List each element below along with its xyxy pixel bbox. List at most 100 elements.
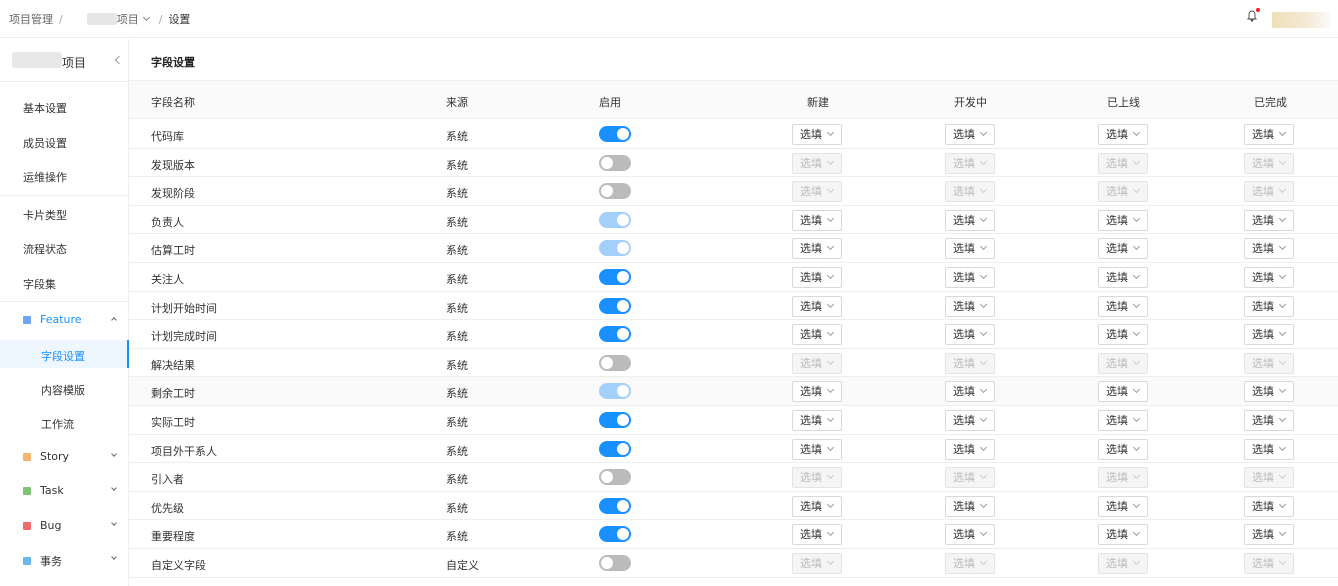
select-in-dev[interactable]: 选填	[945, 410, 995, 431]
select-done[interactable]: 选填	[1244, 238, 1294, 260]
select-online[interactable]: 选填	[1098, 410, 1148, 431]
chevron-down-icon	[1278, 243, 1287, 251]
select-done[interactable]: 选填	[1244, 495, 1294, 517]
select-in-dev: 选填	[945, 467, 995, 489]
toggle-knob	[617, 499, 629, 512]
chevron-down-icon[interactable]	[111, 485, 117, 491]
select-new[interactable]: 选填	[792, 438, 842, 460]
select-value: 选填	[800, 471, 822, 485]
sidebar-group-story[interactable]: Story	[23, 450, 118, 463]
select-in-dev[interactable]: 选填	[945, 238, 995, 260]
project-header: 项目	[0, 39, 129, 81]
select-new[interactable]: 选填	[792, 238, 842, 260]
select-online[interactable]: 选填	[1098, 524, 1148, 546]
select-online[interactable]: 选填	[1098, 209, 1148, 231]
select-new[interactable]: 选填	[792, 267, 842, 288]
select-done[interactable]: 选填	[1244, 124, 1294, 145]
sidebar-group-feature[interactable]: Feature	[23, 313, 118, 326]
select-online[interactable]: 选填	[1098, 267, 1148, 288]
select-online[interactable]: 选填	[1098, 295, 1148, 317]
sidebar-item-workflow[interactable]: 工作流	[41, 416, 74, 432]
select-in-dev[interactable]: 选填	[945, 381, 995, 403]
enabled-toggle[interactable]	[599, 126, 631, 142]
chevron-up-icon[interactable]	[111, 317, 117, 323]
source-cell: 系统	[446, 473, 468, 487]
sidebar-group-affair[interactable]: 事务	[23, 553, 118, 569]
select-new[interactable]: 选填	[792, 324, 842, 346]
enabled-toggle[interactable]	[599, 354, 631, 371]
select-new[interactable]: 选填	[792, 295, 842, 317]
enabled-toggle[interactable]	[599, 497, 631, 514]
sidebar-item-field-sets[interactable]: 字段集	[23, 276, 56, 292]
enabled-toggle[interactable]	[599, 183, 631, 200]
select-done[interactable]: 选填	[1244, 438, 1294, 460]
chevron-down-icon[interactable]	[111, 520, 117, 526]
select-online[interactable]: 选填	[1098, 381, 1148, 403]
sidebar-item-basic-settings[interactable]: 基本设置	[23, 100, 67, 116]
enabled-toggle[interactable]	[599, 412, 631, 428]
chevron-down-icon	[979, 271, 988, 280]
chevron-down-icon[interactable]	[111, 451, 117, 457]
select-online[interactable]: 选填	[1098, 438, 1148, 460]
enabled-toggle[interactable]	[599, 269, 631, 285]
select-new[interactable]: 选填	[792, 495, 842, 517]
sidebar-item-card-types[interactable]: 卡片类型	[23, 207, 67, 223]
select-done[interactable]: 选填	[1244, 324, 1294, 346]
breadcrumb-root[interactable]: 项目管理	[9, 11, 53, 27]
divider	[0, 81, 128, 82]
sidebar-group-bug[interactable]: Bug	[23, 519, 118, 532]
enabled-toggle[interactable]	[599, 154, 631, 171]
select-in-dev[interactable]: 选填	[945, 324, 995, 346]
select-done[interactable]: 选填	[1244, 381, 1294, 403]
sidebar-item-member-settings[interactable]: 成员设置	[23, 135, 67, 151]
select-done: 选填	[1244, 181, 1294, 203]
collapse-sidebar-icon[interactable]	[114, 55, 124, 65]
enabled-toggle[interactable]	[599, 326, 631, 343]
select-value: 选填	[953, 557, 975, 570]
table-row: 计划完成时间 系统 选填 选填 选填 选填	[129, 320, 1338, 349]
select-done[interactable]: 选填	[1244, 524, 1294, 546]
select-done[interactable]: 选填	[1244, 209, 1294, 231]
select-in-dev[interactable]: 选填	[945, 495, 995, 517]
select-online[interactable]: 选填	[1098, 238, 1148, 260]
top-bar: 项目管理 / 项目 / 设置	[0, 0, 1338, 38]
chevron-down-icon	[826, 271, 835, 280]
select-in-dev[interactable]: 选填	[945, 124, 995, 145]
sidebar-item-workflow-states[interactable]: 流程状态	[23, 241, 67, 257]
select-new[interactable]: 选填	[792, 209, 842, 231]
select-in-dev[interactable]: 选填	[945, 295, 995, 317]
select-in-dev[interactable]: 选填	[945, 267, 995, 288]
select-new[interactable]: 选填	[792, 124, 842, 145]
select-online[interactable]: 选填	[1098, 324, 1148, 346]
chevron-down-icon	[1278, 271, 1287, 280]
avatar[interactable]	[1272, 12, 1330, 28]
select-in-dev[interactable]: 选填	[945, 438, 995, 460]
chevron-down-icon[interactable]	[111, 554, 117, 560]
select-in-dev[interactable]: 选填	[945, 524, 995, 546]
enabled-toggle[interactable]	[599, 555, 631, 571]
breadcrumb-project[interactable]: 项目	[117, 11, 139, 27]
select-new[interactable]: 选填	[792, 410, 842, 431]
select-in-dev[interactable]: 选填	[945, 209, 995, 231]
enabled-toggle[interactable]	[599, 526, 631, 543]
enabled-toggle[interactable]	[599, 440, 631, 457]
select-online[interactable]: 选填	[1098, 124, 1148, 145]
enabled-toggle[interactable]	[599, 469, 631, 486]
select-value: 选填	[1252, 242, 1274, 256]
chevron-down-icon	[826, 186, 835, 194]
select-done[interactable]: 选填	[1244, 295, 1294, 317]
select-done[interactable]: 选填	[1244, 267, 1294, 288]
enabled-toggle[interactable]	[599, 297, 631, 314]
select-online[interactable]: 选填	[1098, 495, 1148, 517]
select-done[interactable]: 选填	[1244, 410, 1294, 431]
select-new[interactable]: 选填	[792, 381, 842, 403]
sidebar-item-ops[interactable]: 运维操作	[23, 169, 67, 185]
chevron-down-icon	[1132, 472, 1141, 480]
enabled-toggle	[599, 240, 631, 257]
sidebar-group-task[interactable]: Task	[23, 484, 118, 497]
sidebar-item-field-settings[interactable]: 字段设置	[41, 348, 85, 364]
chevron-down-icon[interactable]	[142, 13, 150, 21]
sidebar-item-content-template[interactable]: 内容模版	[41, 382, 85, 398]
bell-icon[interactable]	[1246, 8, 1260, 23]
select-new[interactable]: 选填	[792, 524, 842, 546]
